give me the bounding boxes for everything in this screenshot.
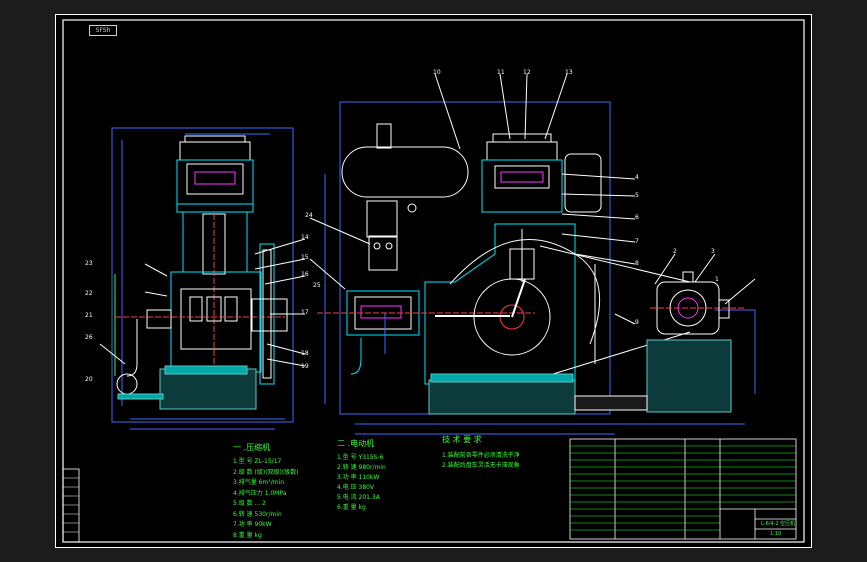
main-foundation — [428, 379, 576, 415]
sec2-row: 3.功 率 110kW — [337, 474, 380, 481]
left-foundation — [159, 368, 257, 410]
right-view — [309, 73, 756, 435]
right-cylinder-head — [486, 141, 558, 161]
outer-frame — [55, 14, 812, 548]
notes-section-3-title: 技 术 要 求 — [442, 435, 482, 444]
callout-right-6: 6 — [635, 214, 639, 221]
callout-right-7: 7 — [635, 238, 639, 245]
left-gauge — [116, 373, 138, 395]
title-block-rows — [570, 445, 796, 531]
notes-section-2-title: 二 .电动机 — [337, 439, 375, 448]
left-crankcase — [170, 271, 262, 373]
callout-right-3: 3 — [711, 248, 715, 255]
left-cylinder-head — [179, 141, 251, 161]
callout-top-10: 10 — [433, 69, 441, 76]
sec3-row: 2.装配后盘车灵活无卡滞现象 — [442, 462, 520, 469]
notes-section-1-title: 一 .压缩机 — [233, 443, 271, 452]
sec1-row: 7.功 率 90kW — [233, 521, 272, 528]
sec3-row: 1.装配前各零件必须清洗干净 — [442, 452, 520, 459]
cooler — [564, 153, 602, 213]
callout-top-12: 12 — [523, 69, 531, 76]
callout-right-8: 8 — [635, 260, 639, 267]
drawing-sheet: SFSh 14 15 16 17 18 19 20 21 22 23 24 25 26 10 11 12 13 1… — [55, 14, 812, 548]
left-revision-rows — [63, 477, 79, 533]
corner-tag: SFSh — [89, 25, 117, 36]
callout-left-20: 20 — [85, 376, 93, 383]
sec1-row: 8.重 量 kg — [233, 531, 262, 539]
callout-left-25: 25 — [313, 282, 321, 289]
callout-left-24: 24 — [305, 212, 313, 219]
drive-belt-top — [539, 245, 691, 283]
air-receiver-tank — [341, 146, 469, 198]
assembly-drawing — [55, 14, 812, 548]
sec1-row: 2.级 数 (级)(双级)(级数) — [233, 468, 299, 476]
right-envelope — [339, 101, 611, 415]
sec1-row: 5.级 数 ... 2 — [233, 500, 266, 507]
sec1-row: 1.型 号 ZL-15/17 — [233, 458, 282, 465]
callout-left-16: 16 — [301, 271, 309, 278]
left-view — [99, 127, 306, 430]
callout-top-13: 13 — [565, 69, 573, 76]
callout-right-1: 1 — [715, 276, 719, 283]
sec2-row: 2.转 速 980r/min — [337, 464, 386, 471]
left-crosshead-guide — [182, 211, 248, 273]
callout-left-17: 17 — [301, 309, 309, 316]
drawing-name: L-6/4-2 空压机 — [761, 521, 796, 527]
callout-left-21: 21 — [85, 312, 93, 319]
sec1-row: 6.转 速 530r/min — [233, 510, 282, 518]
motor-foundation — [646, 339, 732, 413]
sec2-row: 5.电 流 201.3A — [337, 494, 380, 501]
oil-separator — [366, 200, 398, 238]
callout-right-4: 4 — [635, 174, 639, 181]
sec2-row: 1.型 号 Y315S-6 — [337, 454, 384, 461]
callout-right-9: 9 — [635, 319, 639, 326]
callout-left-22: 22 — [85, 290, 93, 297]
sec1-row: 3.排气量 6m³/min — [233, 479, 285, 486]
callout-left-23: 23 — [85, 260, 93, 267]
left-revision-table — [62, 468, 80, 543]
callout-top-11: 11 — [497, 69, 505, 76]
callout-left-18: 18 — [301, 350, 309, 357]
callout-right-5: 5 — [635, 192, 639, 199]
callout-left-14: 14 — [301, 234, 309, 241]
main-frame — [424, 223, 576, 385]
callout-right-2: 2 — [673, 248, 677, 255]
callout-left-15: 15 — [301, 254, 309, 261]
callout-left-19: 19 — [301, 363, 309, 370]
left-pipe — [126, 319, 138, 377]
callout-left-26: 26 — [85, 334, 93, 341]
sec1-row: 4.排气压力 1.0MPa — [233, 489, 287, 497]
right-cylinder — [481, 159, 563, 213]
sec2-row: 4.电 压 380V — [337, 484, 375, 491]
sec2-row: 6.重 量 kg — [337, 504, 366, 511]
drawing-scale: 1:10 — [770, 531, 782, 537]
